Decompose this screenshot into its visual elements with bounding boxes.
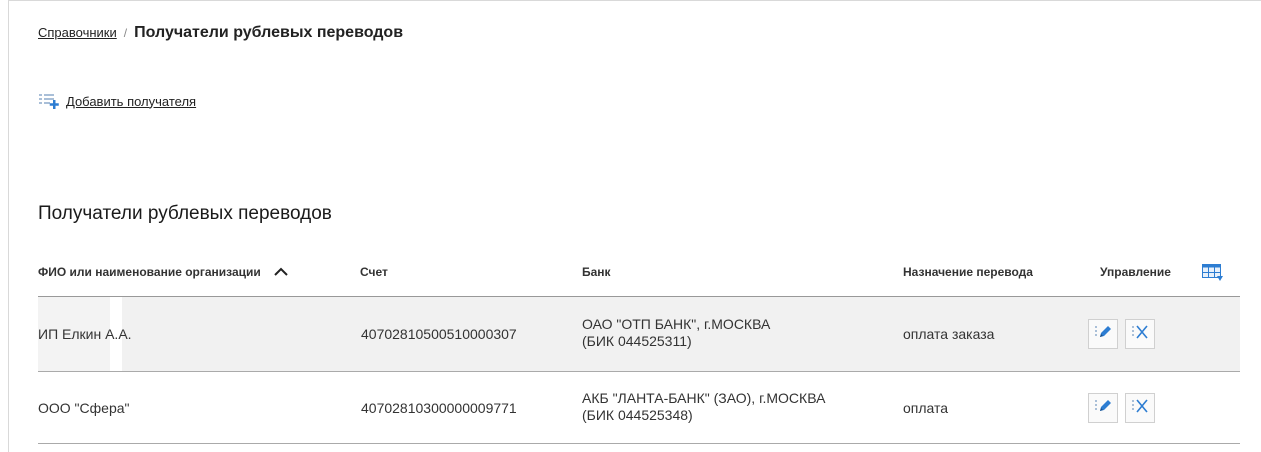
add-recipient-link[interactable]: Добавить получателя xyxy=(39,93,196,109)
column-header-account[interactable]: Счет xyxy=(360,265,388,279)
table-header: ФИО или наименование организации Счет Ба… xyxy=(38,252,1240,297)
cell-purpose: оплата заказа xyxy=(903,326,995,342)
section-title: Получатели рублевых переводов xyxy=(38,203,332,224)
page-title: Получатели рублевых переводов xyxy=(134,24,404,41)
breadcrumb-separator: / xyxy=(123,26,128,40)
sort-ascending-icon[interactable] xyxy=(274,266,288,280)
column-header-purpose[interactable]: Назначение перевода xyxy=(903,265,1033,279)
table-row[interactable]: ООО "Сфера" 40702810300000009771 АКБ "ЛА… xyxy=(38,372,1240,444)
breadcrumb: Справочники / Получатели рублевых перево… xyxy=(38,24,403,42)
cell-name: ООО "Сфера" xyxy=(38,400,130,416)
edit-button[interactable] xyxy=(1088,319,1118,349)
cell-account: 40702810300000009771 xyxy=(361,400,517,416)
recipients-table: ФИО или наименование организации Счет Ба… xyxy=(38,252,1240,444)
column-header-name[interactable]: ФИО или наименование организации xyxy=(38,265,288,280)
delete-button[interactable] xyxy=(1125,319,1155,349)
add-recipient-label: Добавить получателя xyxy=(66,93,197,109)
column-header-actions: Управление xyxy=(1100,265,1171,279)
breadcrumb-link-directories[interactable]: Справочники xyxy=(38,25,117,40)
column-settings-icon[interactable] xyxy=(1202,264,1224,282)
edit-button[interactable] xyxy=(1088,393,1118,423)
cell-purpose: оплата xyxy=(903,400,949,416)
edit-icon xyxy=(1094,324,1112,345)
delete-icon xyxy=(1131,324,1149,345)
list-add-icon xyxy=(39,93,59,109)
column-header-bank[interactable]: Банк xyxy=(582,265,611,279)
delete-button[interactable] xyxy=(1125,393,1155,423)
cell-name: ИП Елкин А.А. xyxy=(38,326,132,342)
cell-bank: АКБ "ЛАНТА-БАНК" (ЗАО), г.МОСКВА (БИК 04… xyxy=(582,390,826,423)
edit-icon xyxy=(1094,398,1112,419)
cell-bank: ОАО "ОТП БАНК", г.МОСКВА (БИК 044525311) xyxy=(582,316,771,349)
cell-account: 40702810500510000307 xyxy=(361,326,517,342)
delete-icon xyxy=(1131,398,1149,419)
table-row[interactable]: ИП Елкин А.А. 40702810500510000307 ОАО "… xyxy=(38,297,1240,372)
